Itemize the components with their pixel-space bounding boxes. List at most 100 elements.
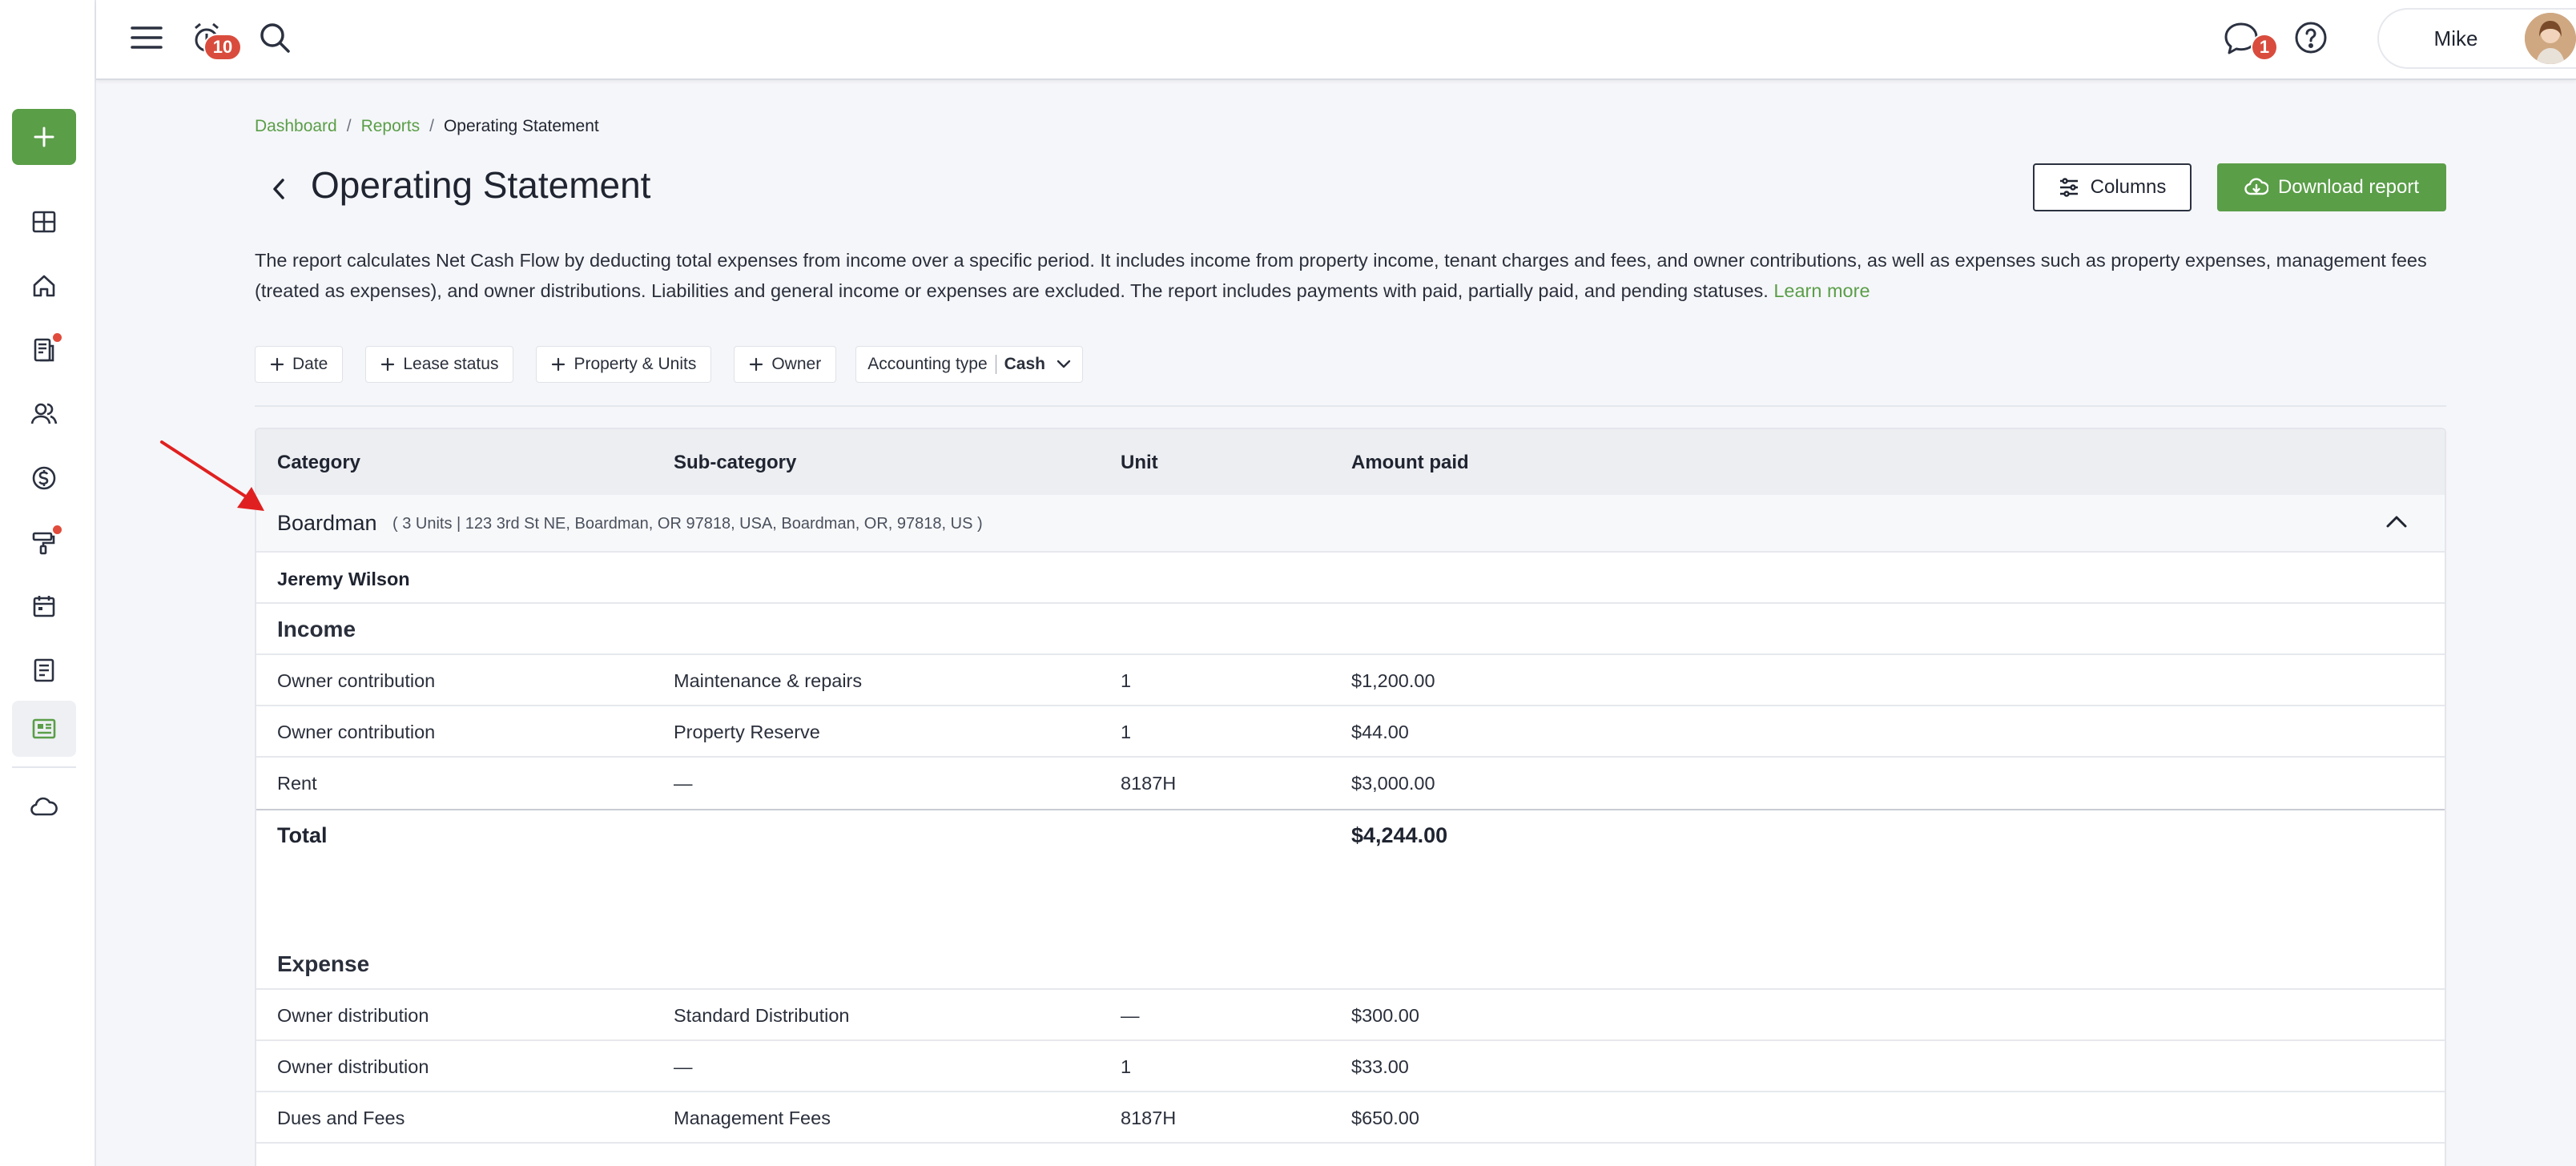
- sidebar-item-documents[interactable]: [12, 642, 76, 698]
- row-amount: $44.00: [1351, 722, 1409, 742]
- sidebar-item-payments[interactable]: [12, 450, 76, 506]
- plus-icon: [552, 357, 566, 372]
- chevron-up-icon: [2386, 516, 2407, 528]
- table-row: Owner contribution Maintenance & repairs…: [256, 655, 2445, 706]
- columns-button[interactable]: Columns: [2033, 163, 2192, 211]
- table-row: Owner distribution — 1 $33.00: [256, 1041, 2445, 1092]
- row-unit: 1: [1121, 670, 1132, 691]
- row-subcategory: Standard Distribution: [674, 1005, 850, 1026]
- row-amount: $33.00: [1351, 1056, 1409, 1077]
- accounting-type-value: Cash: [1004, 355, 1045, 373]
- filter-lease-status-label: Lease status: [403, 355, 499, 373]
- row-category: Owner distribution: [277, 1056, 429, 1077]
- dashboard-icon: [32, 211, 56, 233]
- plus-icon: [750, 357, 763, 372]
- home-icon: [33, 275, 55, 297]
- table-row: Owner contribution Property Reserve 1 $4…: [256, 706, 2445, 758]
- accounting-type-label: Accounting type: [867, 355, 996, 374]
- header-unit[interactable]: Unit: [1121, 452, 1158, 474]
- menu-button[interactable]: [125, 18, 168, 58]
- row-amount: $650.00: [1351, 1108, 1419, 1128]
- owner-row: Jeremy Wilson: [256, 553, 2445, 604]
- row-amount: $1,200.00: [1351, 670, 1435, 691]
- sidebar-item-leases[interactable]: [12, 322, 76, 378]
- plus-icon: [381, 357, 395, 372]
- download-report-button[interactable]: Download report: [2217, 163, 2446, 211]
- row-category: Owner contribution: [277, 722, 436, 742]
- avatar[interactable]: [2525, 13, 2576, 64]
- chevron-left-icon: [273, 179, 284, 199]
- row-amount: $300.00: [1351, 1005, 1419, 1026]
- header-subcategory[interactable]: Sub-category: [674, 452, 796, 474]
- hamburger-icon: [131, 26, 163, 49]
- row-category: Owner contribution: [277, 670, 436, 691]
- table-row: Rent — 8187H $3,000.00: [256, 758, 2445, 809]
- download-report-label: Download report: [2277, 176, 2420, 198]
- plus-icon: [34, 127, 54, 147]
- collapse-button[interactable]: [2385, 513, 2408, 534]
- row-category: Owner distribution: [277, 1005, 429, 1026]
- row-subcategory: Maintenance & repairs: [674, 670, 863, 691]
- sidebar-item-dashboard[interactable]: [12, 194, 76, 250]
- row-category: Dues and Fees: [277, 1108, 405, 1128]
- filter-property-units[interactable]: Property & Units: [536, 346, 712, 383]
- add-button[interactable]: [12, 109, 76, 165]
- header-amount-paid[interactable]: Amount paid: [1351, 452, 1469, 474]
- filters-divider: [255, 405, 2446, 407]
- notifications-badge: 10: [203, 34, 242, 61]
- row-subcategory: Property Reserve: [674, 722, 820, 742]
- row-unit: 1: [1121, 1056, 1132, 1077]
- help-button[interactable]: [2291, 18, 2331, 58]
- property-group-row[interactable]: Boardman ( 3 Units | 123 3rd St NE, Boar…: [256, 495, 2445, 553]
- sliders-icon: [2059, 178, 2078, 197]
- description-text: The report calculates Net Cash Flow by d…: [255, 250, 2427, 301]
- learn-more-link[interactable]: Learn more: [1773, 280, 1870, 301]
- back-button[interactable]: [264, 171, 293, 207]
- row-subcategory: Management Fees: [674, 1108, 831, 1128]
- filter-property-units-label: Property & Units: [574, 355, 697, 373]
- row-amount: $3,000.00: [1351, 773, 1435, 794]
- sidebar-item-cloud[interactable]: [12, 778, 76, 834]
- document-icon: [34, 658, 54, 682]
- user-name[interactable]: Mike: [2384, 8, 2528, 69]
- total-label: Total: [277, 823, 328, 847]
- sidebar-item-maintenance[interactable]: [12, 514, 76, 570]
- page-title: Operating Statement: [311, 164, 651, 206]
- table-row: Dues and Fees Management Fees 8187H $650…: [256, 1092, 2445, 1144]
- row-category: Rent: [277, 773, 317, 794]
- sidebar-item-home[interactable]: [12, 258, 76, 314]
- property-address: ( 3 Units | 123 3rd St NE, Boardman, OR …: [392, 515, 983, 533]
- expense-section-header: Expense: [256, 939, 2445, 990]
- sidebar-divider: [12, 766, 76, 768]
- chevron-down-icon: [1057, 360, 1071, 368]
- filter-owner[interactable]: Owner: [734, 346, 837, 383]
- dollar-icon: [32, 466, 56, 490]
- sidebar: [0, 0, 96, 1166]
- help-icon: [2295, 22, 2327, 54]
- sidebar-item-calendar[interactable]: [12, 578, 76, 634]
- messages-badge: 1: [2251, 34, 2278, 61]
- table-header: Category Sub-category Unit Amount paid: [256, 429, 2445, 495]
- income-total-row: Total $4,244.00: [256, 810, 2445, 860]
- search-button[interactable]: [255, 18, 295, 58]
- breadcrumb-separator: /: [429, 117, 434, 135]
- notification-dot: [53, 525, 62, 534]
- sidebar-item-reports[interactable]: [12, 701, 76, 757]
- top-bar: 10 1: [96, 0, 2576, 80]
- plus-icon: [270, 357, 284, 372]
- owner-name: Jeremy Wilson: [277, 569, 410, 589]
- row-unit: —: [1121, 1005, 1140, 1026]
- filter-owner-label: Owner: [771, 355, 822, 373]
- breadcrumb-dashboard[interactable]: Dashboard: [255, 117, 337, 136]
- accounting-type-select[interactable]: Accounting type Cash: [855, 346, 1083, 383]
- sidebar-item-people[interactable]: [12, 386, 76, 442]
- filter-date[interactable]: Date: [255, 346, 344, 383]
- breadcrumb-reports[interactable]: Reports: [361, 117, 421, 136]
- income-section-header: Income: [256, 604, 2445, 655]
- filter-lease-status[interactable]: Lease status: [365, 346, 514, 383]
- breadcrumb: Dashboard / Reports / Operating Statemen…: [255, 117, 599, 136]
- header-category[interactable]: Category: [277, 452, 360, 474]
- search-icon: [260, 23, 290, 53]
- calendar-icon: [33, 596, 55, 617]
- income-title: Income: [277, 617, 356, 641]
